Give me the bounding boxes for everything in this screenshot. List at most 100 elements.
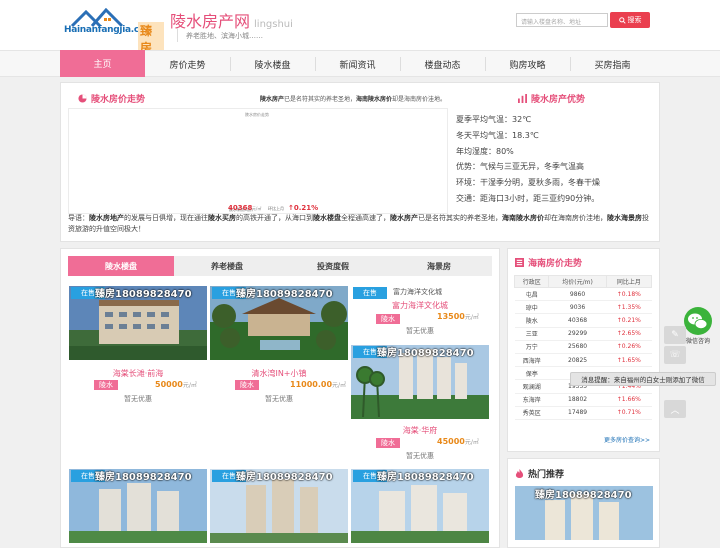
property-name[interactable]: 清水湾IN+小镇 <box>210 368 348 379</box>
property-photo[interactable]: 在售 臻房18089828470 <box>351 345 489 419</box>
property-card[interactable]: 在售 臻房18089828470 清水湾IN+小镇 陵水 11000.00元/㎡… <box>210 286 348 406</box>
advantage-item: 冬天平均气温：18.3℃ <box>456 130 539 140</box>
phone-watermark: 臻房18089828470 <box>535 490 632 501</box>
tab-lingshui-properties[interactable]: 陵水楼盘 <box>68 256 174 276</box>
district-cell[interactable]: 东海岸 <box>514 393 549 407</box>
advantage-list: 夏季平均气温：32℃ 冬天平均气温：18.3℃ 年均湿度：80% 优势：气候与三… <box>456 112 600 207</box>
property-photo[interactable]: 在售 臻房18089828470 <box>351 469 489 543</box>
mom-label: 环比上月 <box>268 206 284 211</box>
property-price: 11000.00元/㎡ <box>290 380 346 389</box>
property-card[interactable]: 在售 臻房18089828470 <box>351 469 489 543</box>
property-name[interactable]: 海棠长滩·前海 <box>69 368 207 379</box>
property-photo[interactable]: 在售 臻房18089828470 <box>69 286 207 360</box>
property-card[interactable]: 在售 臻房18089828470 海棠长滩·前海 陵水 50000元/㎡ 暂无优… <box>69 286 207 406</box>
change-cell: ↑0.71% <box>606 406 652 420</box>
search-button[interactable]: 搜索 <box>610 12 650 28</box>
intro-text: 已是名符其实的养老圣地， <box>284 96 357 103</box>
change-cell: ↑1.66% <box>606 393 652 407</box>
property-card[interactable]: 在售 富力海洋文化城 富力海洋文化城 陵水 13500元/㎡ 暂无优惠 <box>351 286 489 342</box>
scroll-top-icon[interactable]: ︿ <box>664 400 686 418</box>
price-table: 行政区 均价(元/m) 同比上月 屯昌 9860 ↑0.18% 琼中 9036 ↑1.35… <box>513 275 653 420</box>
table-row: 陵水 40368 ↑0.21% <box>514 313 652 328</box>
site-title-cn: 陵水房产网 <box>170 12 251 31</box>
nav-item-dynamics[interactable]: 楼盘动态 <box>400 51 485 77</box>
wechat-icon <box>684 307 712 335</box>
district-cell[interactable]: 屯昌 <box>514 287 549 302</box>
property-photo[interactable]: 在售 臻房18089828470 <box>210 469 348 543</box>
chat-icon[interactable]: ✎ <box>664 326 686 344</box>
price-cell: 17489 <box>548 406 607 420</box>
district-cell[interactable]: 琼中 <box>514 300 549 315</box>
property-photo[interactable]: 在售 臻房18089828470 <box>210 286 348 360</box>
guide-keyword: 陵水海景房 <box>607 214 642 222</box>
hot-title: 热门推荐 <box>515 467 564 480</box>
district-cell[interactable]: 万宁 <box>514 340 549 354</box>
advantage-item: 环境：干湿季分明，夏秋多雨，冬春干燥 <box>456 178 600 188</box>
price-cell: 25680 <box>548 340 607 354</box>
on-sale-badge: 在售 <box>353 287 387 299</box>
nav-item-buying-tips[interactable]: 购房攻略 <box>485 51 570 77</box>
nav-item-properties[interactable]: 陵水楼盘 <box>230 51 315 77</box>
property-name[interactable]: 富力海洋文化城 <box>351 300 489 311</box>
discount-text: 暂无优惠 <box>124 395 152 403</box>
tab-investment[interactable]: 投资度假 <box>280 256 386 276</box>
phone-watermark: 臻房18089828470 <box>236 472 333 483</box>
site-logo[interactable]: Hainanfangjia.com 臻房网 <box>64 8 164 73</box>
bar-chart-icon <box>518 94 527 103</box>
intro-text: 却是海南房价洼地。 <box>392 96 447 103</box>
property-name[interactable]: 海棠·华府 <box>351 425 489 436</box>
guide-keyword: 陵水楼盘 <box>313 214 341 222</box>
property-card[interactable]: 在售 臻房18089828470 海棠·华府 陵水 45000元/㎡ 暂无优惠 <box>351 345 489 465</box>
property-card[interactable]: 在售 臻房18089828470 <box>210 469 348 543</box>
region-tag: 陵水 <box>235 380 259 390</box>
nav-item-price-trend[interactable]: 房价走势 <box>145 51 230 77</box>
phone-icon[interactable]: ☏ <box>664 346 686 364</box>
nav-item-buyer-guide[interactable]: 买房指南 <box>570 51 655 77</box>
price-value: 45000 <box>437 437 465 446</box>
property-price: 50000元/㎡ <box>155 380 197 389</box>
price-value: 50000 <box>155 380 183 389</box>
column-header: 行政区 <box>513 275 550 288</box>
guide-text: 导语： <box>68 214 89 222</box>
table-row: 东海岸 18802 ↑1.66% <box>514 393 652 407</box>
change-cell: ↑2.65% <box>606 327 652 341</box>
site-title: 陵水房产网 lingshui <box>170 8 293 32</box>
avg-price-unit: 元/㎡ <box>252 206 262 211</box>
price-cell: 40368 <box>548 313 607 328</box>
phone-watermark: 臻房18089828470 <box>377 472 474 483</box>
district-cell[interactable]: 观澜湖 <box>514 379 549 394</box>
nav-item-home[interactable]: 主页 <box>60 50 145 77</box>
region-tag: 陵水 <box>376 314 400 324</box>
district-cell[interactable]: 三亚 <box>514 327 549 341</box>
district-cell[interactable]: 保亭 <box>514 366 549 381</box>
price-trend-chart: 陵水房价走势 陵水新房均价 <box>68 108 448 214</box>
intro-strong: 海南陵水房价 <box>356 96 393 103</box>
district-cell[interactable]: 西海岸 <box>514 353 549 368</box>
discount-text: 暂无优惠 <box>406 327 434 335</box>
guide-text: 全程通高速了， <box>341 214 390 222</box>
property-photo[interactable]: 在售 臻房18089828470 <box>69 469 207 543</box>
tab-retirement[interactable]: 养老楼盘 <box>174 256 280 276</box>
search-input[interactable]: 请输入楼盘名称、地址 <box>516 13 608 27</box>
region-tag: 陵水 <box>376 438 400 448</box>
hot-photo[interactable]: 臻房18089828470 <box>515 486 653 540</box>
guide-keyword: 陵水买房 <box>208 214 236 222</box>
phone-watermark: 臻房18089828470 <box>236 289 333 300</box>
fire-icon <box>515 469 524 478</box>
district-cell[interactable]: 陵水 <box>514 313 549 328</box>
property-card[interactable]: 在售 臻房18089828470 <box>69 469 207 543</box>
price-unit: 元/㎡ <box>182 382 197 389</box>
district-cell[interactable]: 秀英区 <box>514 406 549 420</box>
price-unit: 元/㎡ <box>464 314 479 321</box>
change-cell: ↑0.21% <box>606 313 652 328</box>
table-header-row: 行政区 均价(元/m) 同比上月 <box>513 275 653 288</box>
table-row: 秀英区 17489 ↑0.71% <box>514 406 652 420</box>
guide-text: 已是名符其实的养老圣地， <box>418 214 502 222</box>
tab-sea-view[interactable]: 海景房 <box>386 256 492 276</box>
more-prices-link[interactable]: 更多房价查询>> <box>604 435 650 444</box>
price-cell: 18802 <box>548 393 607 407</box>
nav-item-news[interactable]: 新闻资讯 <box>315 51 400 77</box>
hainan-price-title: 海南房价走势 <box>515 256 582 269</box>
price-value: 11000.00 <box>290 380 333 389</box>
hot-title-text: 热门推荐 <box>528 470 565 480</box>
